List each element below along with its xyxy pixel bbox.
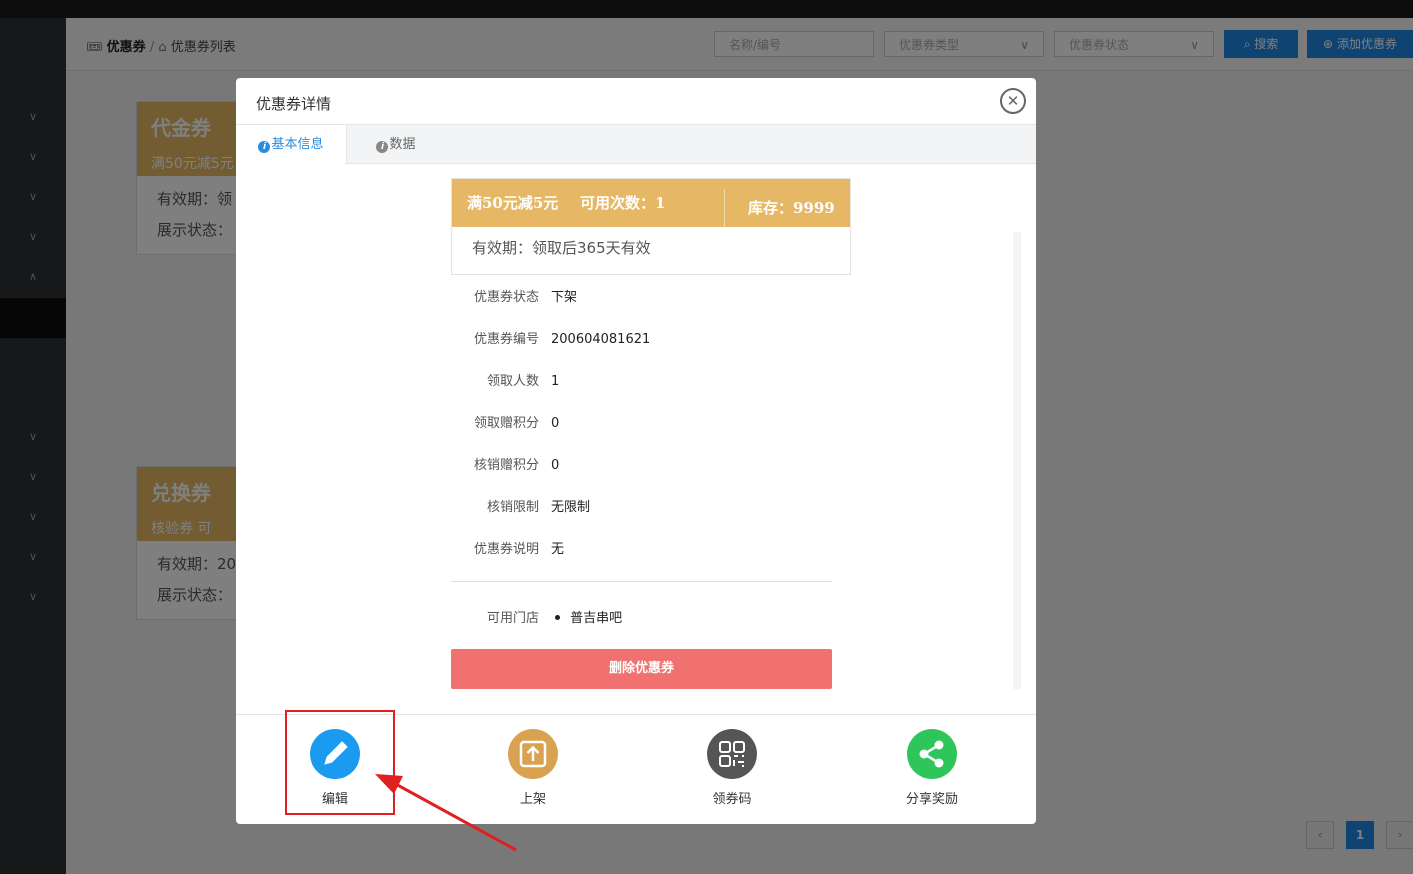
annotation-arrow <box>375 774 517 852</box>
